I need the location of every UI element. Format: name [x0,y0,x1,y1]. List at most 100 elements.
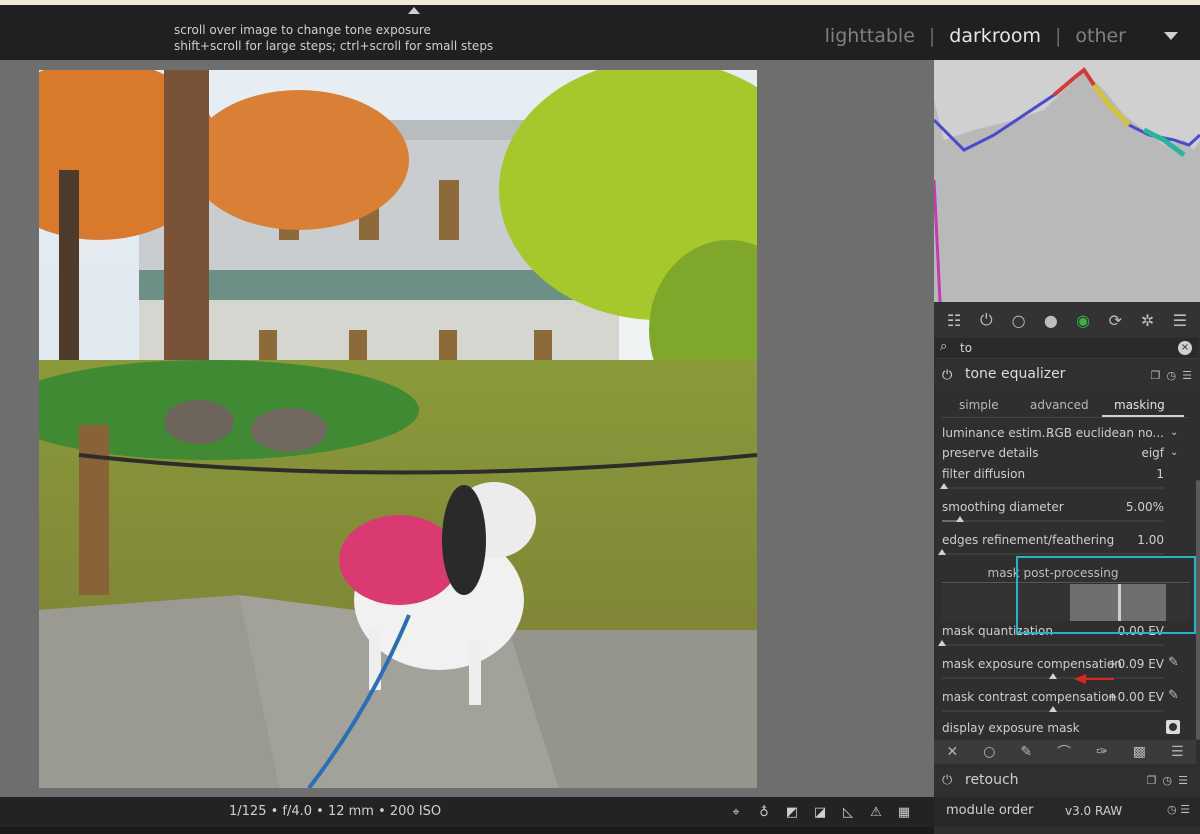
module-title: tone equalizer [965,366,1066,382]
mask-manager-bar: ✕ ○ ✎ ⌒ ✑ ▩ ☰ [934,740,1196,764]
module-header-retouch[interactable]: ⏻ retouch ❐ ◷ ☰ [934,768,1196,794]
color-picker-icon[interactable]: ✎ [1168,688,1179,703]
filter-diffusion-slider[interactable]: filter diffusion 1 [942,467,1164,481]
multi-instance-icon[interactable]: ❐ [1147,774,1157,787]
display-exposure-mask-toggle[interactable]: display exposure mask [942,721,1164,735]
smoothing-diameter-label: smoothing diameter [942,500,1064,514]
active-modules-power-icon[interactable]: ⏻ [975,309,997,331]
raster-mask-icon[interactable]: ☰ [1171,744,1184,760]
filter-diffusion-label: filter diffusion [942,467,1026,481]
active-tab-underline [1102,415,1184,417]
search-input[interactable]: to [960,341,972,355]
brush-icon[interactable]: ✎ [1020,744,1032,760]
module-tabs: simple advanced masking [934,392,1196,418]
correct-group-icon[interactable]: ⟳ [1104,309,1126,331]
effects-group-icon[interactable]: ✲ [1137,309,1159,331]
search-icon: ⌕ [940,339,948,354]
hint-line-1: scroll over image to change tone exposur… [174,23,431,37]
presets-sliders-icon[interactable]: ☷ [943,309,965,331]
edges-refinement-slider[interactable]: edges refinement/feathering 1.00 [942,533,1164,547]
drawn-mask-icon[interactable]: ✑ [1096,744,1108,760]
mask-contrast-compensation-label: mask contrast compensation [942,690,1117,704]
softproof-icon[interactable]: ◩ [782,802,802,822]
module-header-tone-equalizer[interactable]: ⏻ tone equalizer ❐ ◷ ☰ [934,362,1200,390]
display-mask-toggle-icon[interactable] [1166,720,1180,734]
reset-icon[interactable]: ◷ [1167,369,1177,382]
chevron-down-icon[interactable]: ⌄ [1170,447,1178,458]
mask-exposure-compensation-value: +0.09 EV [1107,657,1164,671]
module-header-icons: ❐ ◷ ☰ [1147,774,1188,787]
tone-group-sphere-icon[interactable]: ● [1040,309,1062,331]
module-header-icons: ❐ ◷ ☰ [1151,369,1192,382]
preserve-details-combo[interactable]: preserve details eigf [942,446,1164,460]
smoothing-diameter-handle[interactable] [955,516,964,522]
luminance-estimator-combo[interactable]: luminance estim... RGB euclidean no... [942,426,1164,440]
edges-refinement-track[interactable] [942,553,1164,555]
overexposed-warning-icon[interactable]: ⚠ [866,802,886,822]
mask-quantization-track[interactable] [942,644,1164,646]
hamburger-menu-icon[interactable]: ☰ [1169,309,1191,331]
luminance-estimator-value: RGB euclidean no... [1046,426,1164,440]
view-other[interactable]: other [1075,25,1126,47]
view-darkroom[interactable]: darkroom [949,25,1041,47]
close-icon[interactable]: ✕ [946,744,958,760]
focus-peaking-icon[interactable]: ⌖ [726,802,746,822]
chevron-down-icon[interactable] [1164,32,1178,40]
view-lighttable[interactable]: lighttable [825,25,915,47]
base-group-circle-icon[interactable]: ○ [1008,309,1030,331]
reset-icon[interactable]: ◷ [1167,803,1177,816]
luminance-estimator-label: luminance estim... [942,426,1054,440]
mask-contrast-compensation-slider[interactable]: mask contrast compensation +0.00 EV [942,690,1164,704]
mask-contrast-compensation-handle[interactable] [1049,706,1057,712]
edges-refinement-value: 1.00 [1137,533,1164,547]
bottom-toolbar: 1/125 • f/4.0 • 12 mm • 200 ISO ⌖ ♁ ◩ ◪ … [0,797,934,827]
circle-shape-icon[interactable]: ○ [983,744,995,760]
color-assessment-icon[interactable]: ♁ [754,802,774,822]
preserve-details-label: preserve details [942,446,1039,460]
presets-menu-icon[interactable]: ☰ [1178,774,1188,787]
module-order-footer: module order v3.0 RAW ◷ ☰ [934,797,1200,827]
histogram-graphic [932,60,1200,303]
presets-menu-icon[interactable]: ☰ [1182,369,1192,382]
clear-search-icon[interactable]: × [1178,341,1192,355]
multi-instance-icon[interactable]: ❐ [1151,369,1161,382]
module-order-label: module order [946,803,1034,818]
reset-icon[interactable]: ◷ [1163,774,1173,787]
edges-refinement-handle[interactable] [938,549,946,555]
mask-exposure-compensation-slider[interactable]: mask exposure compensation +0.09 EV [942,657,1164,671]
view-separator: | [928,25,936,47]
path-icon[interactable]: ⌒ [1057,742,1071,762]
module-search[interactable]: ⌕ to × [936,338,1198,359]
histogram[interactable] [932,60,1200,303]
color-group-icon[interactable]: ◉ [1072,309,1094,331]
collapse-top-panel-arrow-icon[interactable] [408,7,420,14]
smoothing-diameter-slider[interactable]: smoothing diameter 5.00% [942,500,1164,514]
gamut-check-icon[interactable]: ◪ [810,802,830,822]
tab-masking[interactable]: masking [1114,398,1165,412]
smoothing-diameter-value: 5.00% [1125,500,1164,514]
hint-line-2: shift+scroll for large steps; ctrl+scrol… [174,39,494,53]
filter-diffusion-track[interactable] [942,487,1164,489]
grid-icon[interactable]: ▦ [894,802,914,822]
chevron-down-icon[interactable]: ⌄ [1170,427,1178,438]
power-icon[interactable]: ⏻ [942,368,952,383]
power-icon[interactable]: ⏻ [942,773,952,788]
guides-icon[interactable]: ◺ [838,802,858,822]
photo-graphic [39,70,757,788]
mask-quantization-handle[interactable] [938,640,946,646]
tab-simple[interactable]: simple [959,398,999,412]
panel-scrollbar[interactable] [1196,480,1200,740]
module-title: retouch [965,772,1019,788]
top-header: scroll over image to change tone exposur… [0,5,1200,60]
presets-menu-icon[interactable]: ☰ [1180,803,1190,816]
mask-exposure-compensation-handle[interactable] [1049,673,1057,679]
image-preview[interactable] [39,70,757,788]
color-picker-icon[interactable]: ✎ [1168,655,1179,670]
smoothing-diameter-track[interactable] [942,520,1164,522]
tab-advanced[interactable]: advanced [1030,398,1089,412]
module-order-value[interactable]: v3.0 RAW [1065,804,1122,818]
filter-diffusion-handle[interactable] [940,483,948,489]
parametric-mask-icon[interactable]: ▩ [1133,744,1146,760]
module-order-icons: ◷ ☰ [1167,803,1190,816]
center-canvas[interactable] [0,60,934,797]
